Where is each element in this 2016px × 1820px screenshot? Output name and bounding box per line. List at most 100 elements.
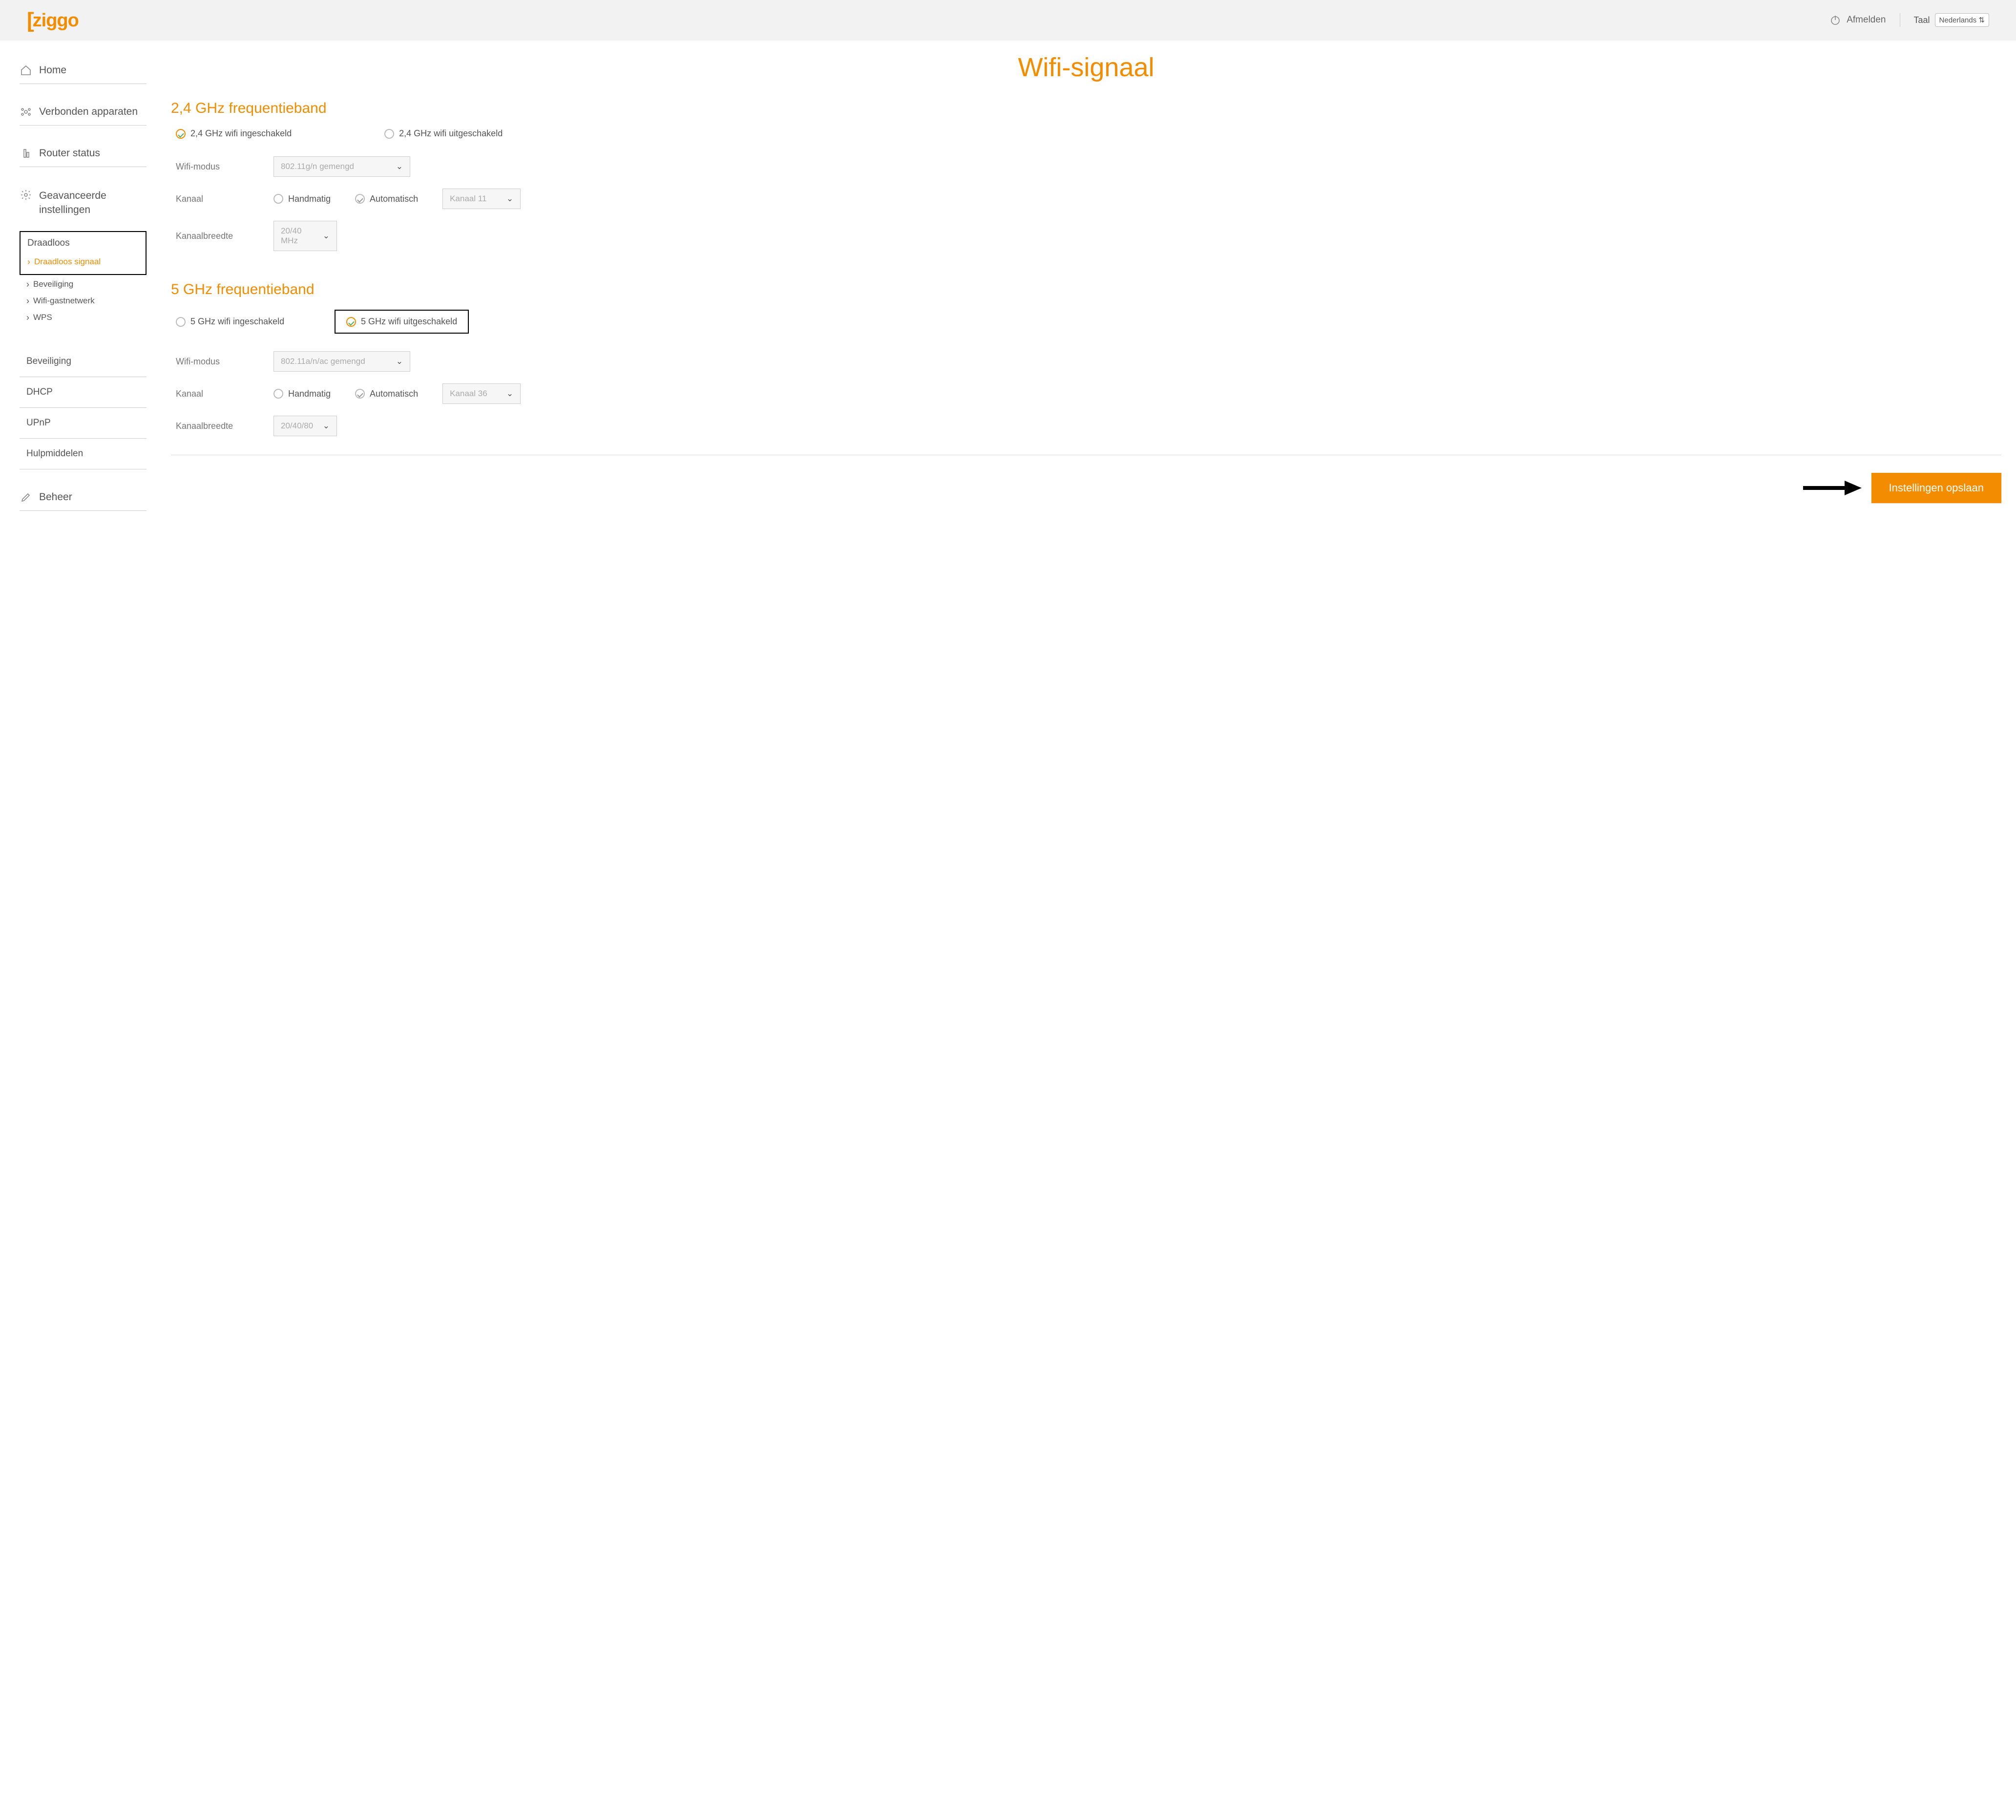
radio-unchecked-icon — [273, 194, 283, 204]
radio-24-enabled[interactable]: 2,4 GHz wifi ingeschakeld — [176, 128, 292, 139]
radio-5-disabled-label: 5 GHz wifi uitgeschakeld — [361, 317, 457, 327]
radio-5-disabled[interactable]: 5 GHz wifi uitgeschakeld — [335, 310, 469, 334]
sidebar-security-sub[interactable]: Beveiliging — [26, 276, 147, 293]
select-5-width-value: 20/40/80 MHz — [281, 421, 315, 431]
logo: [ziggo — [27, 9, 79, 31]
chevron-updown-icon: ⇅ — [1978, 16, 1985, 24]
radio-unchecked-icon — [273, 389, 283, 399]
header: [ziggo Afmelden Taal Nederlands ⇅ — [0, 0, 2016, 41]
chevron-down-icon: ⌄ — [396, 357, 403, 366]
radio-unchecked-icon — [384, 129, 394, 139]
radio-row-24-enable: 2,4 GHz wifi ingeschakeld 2,4 GHz wifi u… — [171, 128, 2001, 150]
save-button[interactable]: Instellingen opslaan — [1871, 473, 2001, 503]
section-title-24: 2,4 GHz frequentieband — [171, 100, 2001, 117]
pencil-icon — [20, 491, 32, 504]
select-24-mode[interactable]: 802.11g/n gemengd ⌄ — [273, 156, 410, 177]
label-24-width: Kanaalbreedte — [176, 231, 259, 241]
arrow-right-icon — [1803, 481, 1862, 495]
header-right: Afmelden Taal Nederlands ⇅ — [1829, 13, 1989, 27]
select-5-width[interactable]: 20/40/80 MHz ⌄ — [273, 416, 337, 436]
sidebar-tools[interactable]: Hulpmiddelen — [20, 439, 147, 469]
select-5-mode[interactable]: 802.11a/n/ac gemengd ⌄ — [273, 351, 410, 372]
language-label: Taal — [1914, 15, 1930, 25]
radio-5-auto[interactable]: Automatisch — [355, 389, 418, 399]
main: Wifi-signaal 2,4 GHz frequentieband 2,4 … — [171, 50, 2001, 513]
section-title-5: 5 GHz frequentieband — [171, 281, 2001, 298]
label-5-width: Kanaalbreedte — [176, 421, 259, 431]
row-5-channel: Kanaal Handmatig Automatisch Kanaal 36 ⌄ — [171, 378, 2001, 410]
power-icon — [1829, 14, 1842, 26]
nav-router-status[interactable]: Router status — [20, 140, 147, 167]
radio-row-5-enable: 5 GHz wifi ingeschakeld 5 GHz wifi uitge… — [171, 310, 2001, 345]
radio-24-manual[interactable]: Handmatig — [273, 194, 331, 204]
layout: Home Verbonden apparaten Router status G… — [0, 41, 2016, 532]
sidebar-wireless-signal[interactable]: Draadloos signaal — [27, 254, 139, 270]
radio-24-manual-label: Handmatig — [288, 194, 331, 204]
select-24-channel-value: Kanaal 11 — [450, 194, 486, 204]
nav-advanced-label: Geavanceerde instellingen — [39, 189, 145, 217]
row-5-width: Kanaalbreedte 20/40/80 MHz ⌄ — [171, 410, 2001, 442]
chevron-down-icon: ⌄ — [396, 162, 403, 171]
sidebar-wireless-title[interactable]: Draadloos — [27, 238, 139, 254]
nav-connected-label: Verbonden apparaten — [39, 106, 138, 118]
logout-button[interactable]: Afmelden — [1829, 14, 1886, 26]
radio-5-manual[interactable]: Handmatig — [273, 389, 331, 399]
nav-home[interactable]: Home — [20, 57, 147, 84]
radio-5-manual-label: Handmatig — [288, 389, 331, 399]
radio-checked-icon — [176, 129, 186, 139]
chevron-down-icon: ⌄ — [323, 231, 330, 241]
select-5-channel[interactable]: Kanaal 36 ⌄ — [442, 383, 521, 404]
row-24-channel: Kanaal Handmatig Automatisch Kanaal 11 ⌄ — [171, 183, 2001, 215]
select-5-channel-value: Kanaal 36 — [450, 389, 487, 399]
sidebar-wps[interactable]: WPS — [26, 309, 147, 326]
language-group: Taal Nederlands ⇅ — [1914, 13, 1990, 27]
radio-5-enabled[interactable]: 5 GHz wifi ingeschakeld — [176, 317, 317, 327]
chevron-down-icon: ⌄ — [506, 389, 513, 399]
channel-24-radios: Handmatig Automatisch Kanaal 11 ⌄ — [273, 189, 521, 209]
router-icon — [20, 147, 32, 160]
label-5-channel: Kanaal — [176, 389, 259, 399]
select-24-channel[interactable]: Kanaal 11 ⌄ — [442, 189, 521, 209]
devices-icon — [20, 106, 32, 118]
radio-checked-icon — [355, 194, 365, 204]
logo-bracket-icon: [ — [27, 10, 34, 31]
sidebar-guest-network[interactable]: Wifi-gastnetwerk — [26, 293, 147, 309]
row-24-mode: Wifi-modus 802.11g/n gemengd ⌄ — [171, 150, 2001, 183]
radio-24-auto[interactable]: Automatisch — [355, 194, 418, 204]
select-24-width[interactable]: 20/40 MHz ⌄ — [273, 221, 337, 251]
nav-admin[interactable]: Beheer — [20, 484, 147, 511]
nav-advanced-settings[interactable]: Geavanceerde instellingen — [20, 182, 147, 224]
sidebar-dhcp[interactable]: DHCP — [20, 377, 147, 408]
nav-router-label: Router status — [39, 148, 100, 159]
logout-label: Afmelden — [1847, 15, 1886, 25]
row-24-width: Kanaalbreedte 20/40 MHz ⌄ — [171, 215, 2001, 257]
radio-24-disabled-label: 2,4 GHz wifi uitgeschakeld — [399, 128, 503, 139]
nav-home-label: Home — [39, 64, 66, 76]
channel-5-radios: Handmatig Automatisch Kanaal 36 ⌄ — [273, 383, 521, 404]
language-select[interactable]: Nederlands ⇅ — [1935, 13, 1989, 27]
chevron-down-icon: ⌄ — [323, 421, 330, 431]
sidebar-firewall[interactable]: Beveiliging — [20, 346, 147, 377]
nav-connected-devices[interactable]: Verbonden apparaten — [20, 99, 147, 126]
row-5-mode: Wifi-modus 802.11a/n/ac gemengd ⌄ — [171, 345, 2001, 378]
sidebar-wireless-list: Beveiliging Wifi-gastnetwerk WPS — [20, 275, 147, 329]
home-icon — [20, 64, 32, 77]
language-value: Nederlands — [1939, 16, 1977, 24]
sidebar-wireless-group: Draadloos Draadloos signaal — [20, 231, 147, 275]
gear-icon — [20, 189, 32, 201]
radio-24-auto-label: Automatisch — [370, 194, 418, 204]
nav-admin-label: Beheer — [39, 491, 72, 503]
radio-24-disabled[interactable]: 2,4 GHz wifi uitgeschakeld — [384, 128, 503, 139]
radio-5-auto-label: Automatisch — [370, 389, 418, 399]
select-24-width-value: 20/40 MHz — [281, 226, 315, 246]
page-title: Wifi-signaal — [171, 52, 2001, 83]
sidebar: Home Verbonden apparaten Router status G… — [20, 50, 147, 513]
select-5-mode-value: 802.11a/n/ac gemengd — [281, 357, 365, 366]
sidebar-upnp[interactable]: UPnP — [20, 408, 147, 439]
chevron-down-icon: ⌄ — [506, 194, 513, 204]
select-24-mode-value: 802.11g/n gemengd — [281, 162, 354, 171]
save-row: Instellingen opslaan — [171, 468, 2001, 513]
label-24-channel: Kanaal — [176, 194, 259, 204]
radio-checked-icon — [346, 317, 356, 327]
label-24-mode: Wifi-modus — [176, 162, 259, 172]
